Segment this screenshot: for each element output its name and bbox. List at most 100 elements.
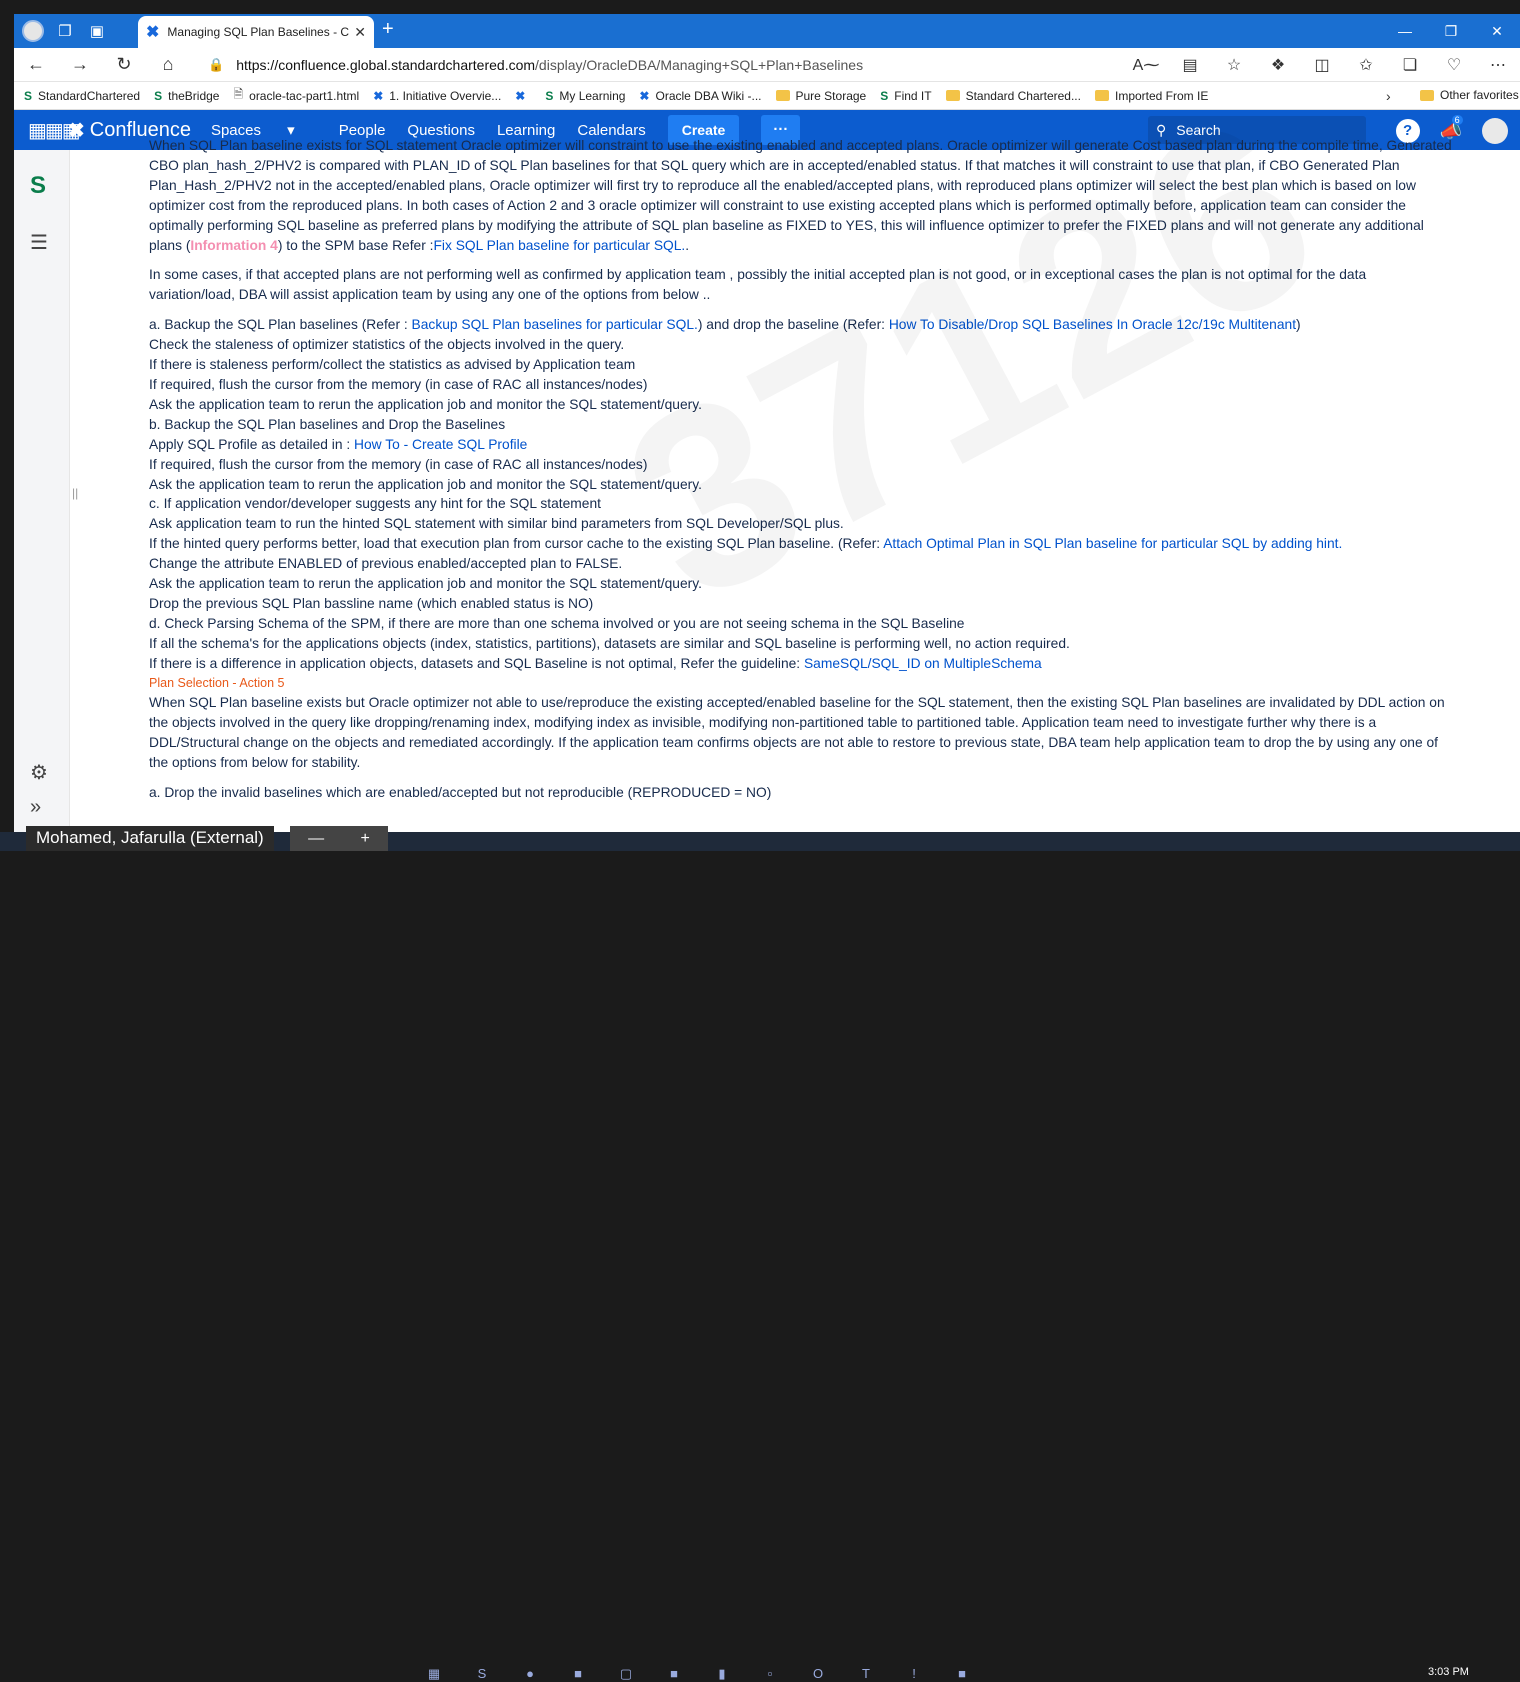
teams-icon[interactable]: T xyxy=(842,1666,890,1682)
bookmark-thebridge[interactable]: StheBridge xyxy=(154,89,219,103)
home-icon[interactable]: ⌂ xyxy=(146,54,190,75)
bookmarks-bar: S StandardChartered StheBridge 🗎 oracle-ta… xyxy=(14,82,1520,110)
app-icon[interactable]: ■ xyxy=(650,1666,698,1682)
skype-icon[interactable]: S xyxy=(458,1666,506,1682)
app-icon[interactable]: ■ xyxy=(938,1666,986,1682)
task-view-icon[interactable]: ▦ xyxy=(410,1666,458,1682)
sidebar-resize-handle[interactable]: || xyxy=(72,486,78,500)
bookmark-confluence[interactable]: ✖ xyxy=(515,89,531,103)
extensions-icon[interactable]: ❖ xyxy=(1256,55,1300,75)
bookmark-other-favorites[interactable]: Other favorites xyxy=(1420,88,1519,102)
paragraph-line: DDL/Structural change on the objects and… xyxy=(149,735,1438,751)
folder-icon xyxy=(945,90,960,101)
close-icon[interactable]: ✕ xyxy=(354,24,366,41)
create-sql-profile-link[interactable]: How To - Create SQL Profile xyxy=(354,437,527,452)
list-subitem: If there is a difference in application … xyxy=(149,654,1459,674)
favorites-icon[interactable]: ✩ xyxy=(1344,55,1388,75)
bookmark-label: StandardChartered xyxy=(38,88,141,103)
same-sql-multiple-schema-link[interactable]: SameSQL/SQL_ID on MultipleSchema xyxy=(804,656,1042,671)
outlook-icon[interactable]: O xyxy=(794,1666,842,1682)
bookmark-find-it[interactable]: S Find IT xyxy=(880,89,931,103)
paragraph-line: When SQL Plan baseline exists but Oracle… xyxy=(149,695,1445,711)
notification-count: 6 xyxy=(1451,114,1463,125)
information-4-label: Information 4 xyxy=(190,237,278,253)
bookmark-label: theBridge xyxy=(168,88,220,103)
edge-icon[interactable]: ● xyxy=(506,1666,554,1682)
forward-icon[interactable]: → xyxy=(58,54,102,75)
notepad-icon[interactable]: ▫ xyxy=(746,1666,794,1682)
bookmark-label: 1. Initiative Overvie... xyxy=(389,88,502,103)
lock-icon[interactable]: 🔒 xyxy=(208,57,224,73)
confluence-icon: ✖ xyxy=(515,88,526,103)
sc-icon: S xyxy=(154,88,163,103)
list-subitem: If all the schema's for the applications… xyxy=(149,635,1070,651)
split-screen-icon[interactable]: ◫ xyxy=(1300,55,1344,75)
bookmark-label: Standard Chartered... xyxy=(965,88,1081,103)
close-window-icon[interactable]: ✕ xyxy=(1474,14,1520,48)
bookmark-label: Oracle DBA Wiki -... xyxy=(655,88,762,103)
url-field[interactable]: 🔒 https://confluence.global.standardchar… xyxy=(200,52,1140,78)
attach-optimal-plan-link[interactable]: Attach Optimal Plan in SQL Plan baseline… xyxy=(883,536,1342,551)
space-logo-icon[interactable]: S xyxy=(30,172,46,200)
browser-tab-active[interactable]: ✖ Managing SQL Plan Baselines - C ✕ xyxy=(138,16,374,48)
avatar[interactable] xyxy=(1482,118,1508,144)
collections-icon[interactable]: ❏ xyxy=(1388,55,1432,75)
bookmark-my-learning[interactable]: S My Learning xyxy=(545,89,625,103)
bookmark-standardchartered[interactable]: S StandardChartered xyxy=(24,89,140,103)
sc-icon: S xyxy=(24,88,33,103)
workspaces-icon[interactable]: ❐ xyxy=(52,18,78,44)
back-icon[interactable]: ← xyxy=(14,54,58,75)
minus-icon[interactable]: — xyxy=(308,830,324,848)
bookmark-pure-storage[interactable]: Pure Storage xyxy=(775,88,867,103)
section-heading: Plan Selection - Action 5 xyxy=(149,675,285,690)
tab-actions-icon[interactable]: ▣ xyxy=(84,18,110,44)
read-aloud-icon[interactable]: A⁓ xyxy=(1124,55,1168,75)
page-content: 37126 When SQL Plan baseline exists for … xyxy=(149,61,1459,832)
more-menu-icon[interactable]: ⋯ xyxy=(1476,55,1520,75)
text: plans ( xyxy=(149,237,191,253)
bookmark-oracle-tac[interactable]: 🗎 oracle-tac-part1.html xyxy=(233,85,359,106)
minimize-icon[interactable]: — xyxy=(1382,14,1428,48)
browser-toolbar: A⁓ ▤ ☆ ❖ ◫ ✩ ❏ ♡ ⋯ xyxy=(1124,48,1520,82)
fix-sql-plan-link[interactable]: Fix SQL Plan baseline for particular SQL… xyxy=(433,238,685,253)
folder-icon xyxy=(1094,90,1109,101)
bookmark-initiative[interactable]: ✖ 1. Initiative Overvie... xyxy=(373,89,501,103)
bookmark-label: Find IT xyxy=(894,88,932,103)
bookmark-standard-chartered-folder[interactable]: Standard Chartered... xyxy=(945,88,1081,103)
gear-icon[interactable]: ⚙ xyxy=(30,760,48,785)
paragraph-line: the options from below for stability. xyxy=(149,755,361,771)
left-sidebar: S ☰ ⚙ » xyxy=(14,150,70,832)
backup-sql-plan-link[interactable]: Backup SQL Plan baselines for particular… xyxy=(412,317,698,332)
file-icon: 🗎 xyxy=(233,87,244,101)
address-bar: ← → ↻ ⌂ 🔒 https://confluence.global.stan… xyxy=(14,48,1520,82)
app-icon[interactable]: ■ xyxy=(554,1666,602,1682)
chevron-right-icon[interactable]: › xyxy=(1386,88,1391,104)
text: Apply SQL Profile as detailed in : xyxy=(149,436,355,452)
browser-titlebar: ❐ ▣ ✖ Managing SQL Plan Baselines - C ✕ … xyxy=(14,14,1520,48)
folder-icon xyxy=(1420,89,1434,101)
text: a. Backup the SQL Plan baselines (Refer … xyxy=(149,317,412,333)
new-tab-button[interactable]: + xyxy=(382,18,394,41)
url-path: /display/OracleDBA/Managing+SQL+Plan+Bas… xyxy=(535,57,864,73)
restore-icon[interactable]: ❐ xyxy=(1428,14,1474,48)
app-icon[interactable]: ! xyxy=(890,1666,938,1682)
terminal-icon[interactable]: ▮ xyxy=(698,1666,746,1682)
page-tree-icon[interactable]: ☰ xyxy=(30,230,48,255)
app-switcher-icon[interactable]: ▦▦▦ xyxy=(28,118,81,143)
profile-icon[interactable] xyxy=(20,18,46,44)
user-chip-controls: — + xyxy=(290,826,388,851)
file-explorer-icon[interactable]: ▢ xyxy=(602,1666,650,1682)
taskbar-apps: ▦ S ● ■ ▢ ■ ▮ ▫ O T ! ■ xyxy=(410,1666,986,1682)
bookmark-oracle-dba-wiki[interactable]: ✖ Oracle DBA Wiki -... xyxy=(639,89,761,103)
browser-essentials-icon[interactable]: ♡ xyxy=(1432,55,1476,75)
text: If there is a difference in application … xyxy=(149,655,804,671)
text: . xyxy=(685,237,690,253)
expand-sidebar-icon[interactable]: » xyxy=(30,796,41,819)
refresh-icon[interactable]: ↻ xyxy=(102,54,146,75)
confluence-icon: ✖ xyxy=(68,119,85,142)
confluence-icon: ✖ xyxy=(146,24,160,41)
plus-icon[interactable]: + xyxy=(360,830,369,848)
bookmark-label: Pure Storage xyxy=(795,88,867,103)
clock: 3:03 PM xyxy=(1428,1666,1469,1678)
paragraph-line: the objects involved in the query like d… xyxy=(149,715,1377,731)
